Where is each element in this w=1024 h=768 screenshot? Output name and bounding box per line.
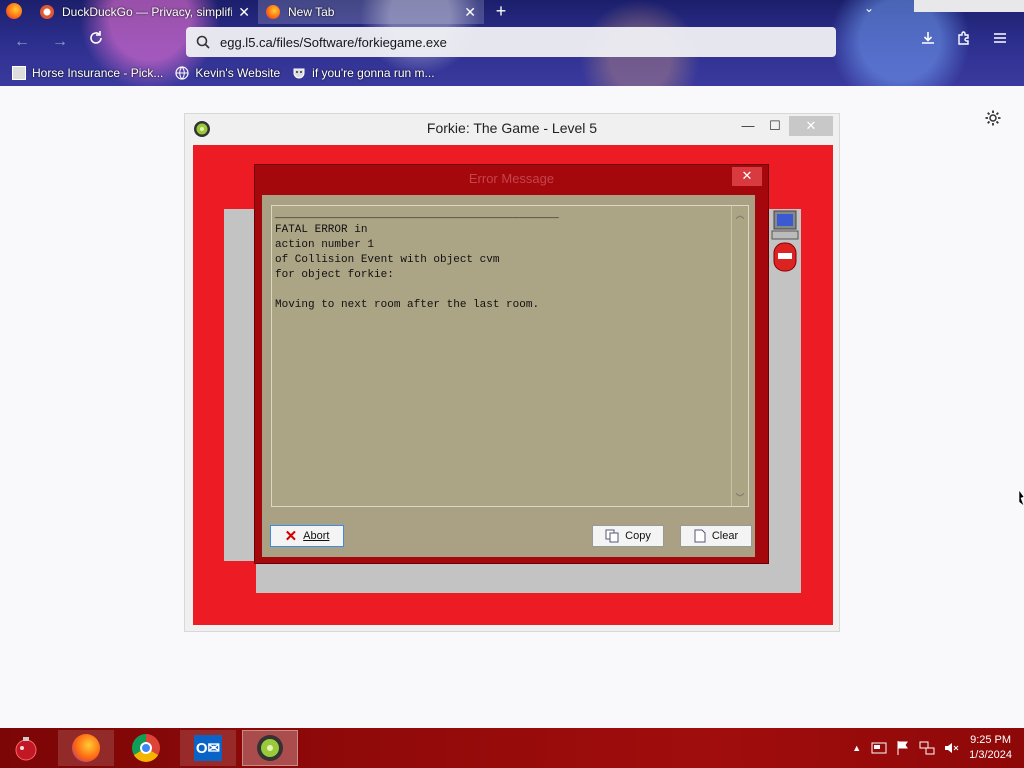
taskbar-chrome[interactable]	[118, 730, 174, 766]
puzzle-icon	[958, 31, 969, 45]
tablet-icon[interactable]	[871, 740, 887, 756]
ornament-icon	[15, 737, 37, 761]
navigation-bar: ← → egg.l5.ca/files/Software/forkiegame.…	[0, 24, 1024, 60]
error-close-button[interactable]: ✕	[732, 167, 762, 186]
copy-label: Copy	[625, 530, 651, 542]
extensions-button[interactable]	[952, 30, 976, 54]
menu-button[interactable]	[988, 30, 1012, 54]
show-hidden-icons-icon[interactable]: ▲	[852, 743, 861, 753]
window-controls[interactable]	[914, 0, 1024, 12]
system-tray: ▲ 9:25 PM 1/3/2024	[852, 728, 1024, 768]
bookmark-kevins-website[interactable]: Kevin's Website	[175, 66, 280, 80]
minimize-button[interactable]: —	[733, 116, 763, 136]
wall-bottom	[256, 561, 801, 593]
downloads-button[interactable]	[916, 30, 940, 54]
reload-button[interactable]	[84, 30, 108, 54]
new-tab-button[interactable]: +	[490, 0, 512, 24]
tab-duckduckgo[interactable]: DuckDuckGo — Privacy, simplified. ✕	[32, 0, 258, 24]
mouse-cursor-icon	[1019, 490, 1024, 506]
close-tab-icon[interactable]: ✕	[464, 4, 476, 21]
firefox-icon	[72, 734, 100, 762]
tab-title: DuckDuckGo — Privacy, simplified.	[62, 5, 233, 19]
gamemaker-gear-icon	[257, 735, 283, 761]
error-text-area[interactable]: ________________________________________…	[271, 205, 749, 507]
error-dialog-title: Error Message	[468, 171, 555, 186]
duckduckgo-icon	[40, 5, 54, 19]
outlook-icon: O✉	[194, 735, 222, 761]
tab-list-chevron-icon[interactable]: ⌄	[864, 1, 874, 15]
firefox-icon[interactable]	[6, 3, 22, 19]
taskbar: O✉ ▲ 9:25 PM 1/3/2024	[0, 728, 1024, 768]
tab-new-tab[interactable]: New Tab ✕	[258, 0, 484, 24]
speaker-muted-icon[interactable]	[943, 740, 959, 756]
bookmarks-toolbar: Horse Insurance - Pick... Kevin's Websit…	[0, 60, 1024, 86]
close-tab-icon[interactable]: ✕	[238, 4, 250, 21]
download-icon	[922, 32, 934, 44]
clear-label: Clear	[711, 530, 739, 542]
mask-icon	[293, 68, 305, 79]
copy-button[interactable]: Copy	[592, 525, 664, 547]
globe-icon	[175, 66, 189, 80]
forward-button[interactable]: →	[48, 30, 72, 54]
abort-label: Abort	[303, 530, 330, 542]
blank-page-icon	[694, 529, 706, 543]
url-text: egg.l5.ca/files/Software/forkiegame.exe	[220, 34, 447, 50]
game-window-titlebar[interactable]: Forkie: The Game - Level 5 — ☐ ✕	[185, 114, 839, 144]
maximize-button[interactable]: ☐	[760, 116, 790, 136]
image-icon	[12, 66, 26, 80]
search-icon	[196, 35, 210, 49]
bookmark-label: Kevin's Website	[195, 66, 281, 80]
bookmark-horse-insurance[interactable]: Horse Insurance - Pick...	[12, 66, 163, 80]
wall-left	[224, 209, 256, 561]
tab-title: New Tab	[288, 5, 335, 19]
error-dialog-body: ________________________________________…	[262, 195, 755, 557]
error-message-text: ________________________________________…	[275, 209, 559, 311]
address-bar[interactable]: egg.l5.ca/files/Software/forkiegame.exe	[186, 27, 836, 57]
clock-time: 9:25 PM	[970, 734, 1012, 746]
bookmark-label: Horse Insurance - Pick...	[32, 66, 164, 80]
chrome-icon	[132, 734, 160, 762]
error-scrollbar[interactable]: ︿ ﹀	[731, 206, 748, 506]
bookmark-label: if you're gonna run m...	[312, 66, 435, 80]
scroll-up-icon[interactable]: ︿	[732, 208, 748, 221]
clock[interactable]: 9:25 PM 1/3/2024	[969, 733, 1012, 763]
abort-button[interactable]: ✕ Abort	[270, 525, 344, 547]
network-icon[interactable]	[919, 740, 935, 756]
reload-icon	[90, 31, 102, 44]
taskbar-outlook[interactable]: O✉	[180, 730, 236, 766]
flag-icon[interactable]	[895, 740, 911, 756]
red-x-icon: ✕	[284, 528, 298, 545]
settings-gear-icon[interactable]	[984, 109, 1002, 127]
scroll-down-icon[interactable]: ﹀	[732, 491, 748, 504]
back-button[interactable]: ←	[10, 30, 34, 54]
taskbar-forkie-game[interactable]	[242, 730, 298, 766]
bookmark-if-youre-gonna[interactable]: if you're gonna run m...	[292, 66, 435, 80]
computer-sprite-icon	[771, 210, 799, 272]
taskbar-firefox[interactable]	[58, 730, 114, 766]
browser-chrome: DuckDuckGo — Privacy, simplified. ✕ New …	[0, 0, 1024, 86]
error-dialog: Error Message ✕ ________________________…	[254, 164, 769, 564]
start-button[interactable]	[0, 730, 52, 766]
copy-icon	[605, 529, 619, 543]
clear-button[interactable]: Clear	[680, 525, 752, 547]
clock-date: 1/3/2024	[969, 749, 1012, 761]
close-button[interactable]: ✕	[789, 116, 833, 136]
firefox-icon	[266, 5, 280, 19]
hamburger-icon	[994, 33, 1006, 43]
